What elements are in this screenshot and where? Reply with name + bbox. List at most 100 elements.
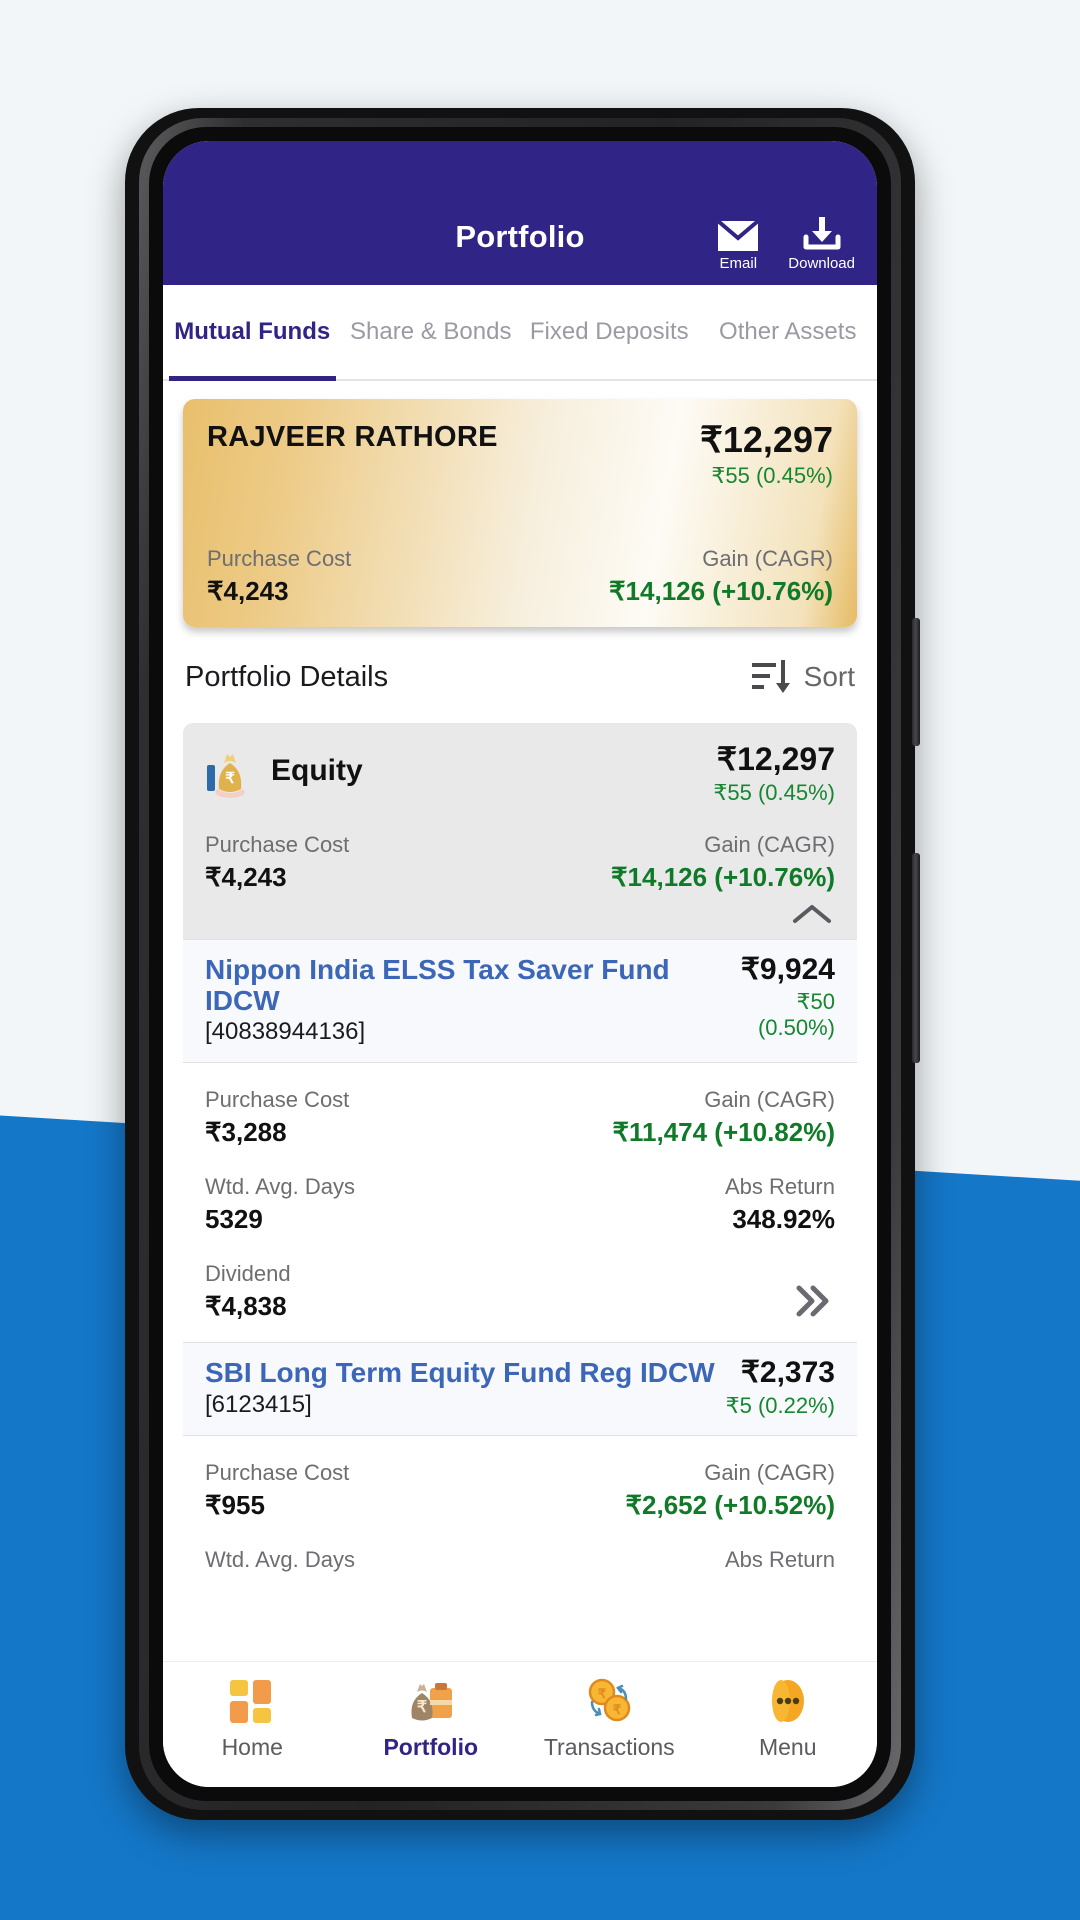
- nav-label-home: Home: [221, 1734, 283, 1760]
- fund-purchase-cost-value: ₹3,288: [205, 1117, 287, 1148]
- fund-day-change: ₹5 (0.22%): [725, 1392, 835, 1418]
- fund-body-nippon: Purchase Cost ₹3,288 Gain (CAGR) ₹11,474…: [183, 1063, 857, 1343]
- equity-gain-block: Gain (CAGR) ₹14,126 (+10.76%): [611, 832, 835, 893]
- fund-purchase-cost-value: ₹955: [205, 1489, 265, 1520]
- fund-abs-return-label: Abs Return: [724, 1546, 835, 1572]
- nav-item-portfolio[interactable]: ₹ Portfolio: [342, 1674, 521, 1787]
- tab-fixed-deposits[interactable]: Fixed Deposits: [520, 285, 699, 379]
- email-icon: [716, 219, 760, 251]
- fund-day-change: ₹50 (0.50%): [757, 988, 835, 1040]
- coins-exchange-icon: ₹ ₹: [589, 1678, 631, 1722]
- table-row: Dividend ₹4,838: [205, 1261, 835, 1322]
- nav-item-menu[interactable]: Menu: [699, 1674, 878, 1787]
- tab-other-assets[interactable]: Other Assets: [699, 285, 878, 379]
- fund-wtd-avg-days-block: Wtd. Avg. Days 5329: [205, 1174, 355, 1235]
- double-chevron-right-icon: [796, 1285, 829, 1317]
- nav-item-home[interactable]: Home: [163, 1674, 342, 1787]
- phone-volume-button[interactable]: [912, 618, 920, 746]
- fund-identity: Nippon India ELSS Tax Saver Fund IDCW [4…: [205, 954, 720, 1047]
- equity-group-value: ₹12,297: [716, 741, 835, 777]
- fund-purchase-cost-block: Purchase Cost ₹955: [205, 1460, 349, 1521]
- email-label: Email: [719, 255, 758, 272]
- summary-gain-block: Gain (CAGR) ₹14,126 (+10.76%): [609, 546, 833, 607]
- fund-values: ₹9,924 ₹50 (0.50%): [720, 953, 835, 1041]
- phone-mockup: Portfolio Email Download Mutual Funds Sh…: [125, 108, 920, 1820]
- summary-current-value: ₹12,297: [699, 419, 833, 460]
- tab-share-and-bonds[interactable]: Share & Bonds: [342, 285, 521, 379]
- nav-label-menu: Menu: [758, 1734, 817, 1760]
- tab-fixed-deposits-label: Fixed Deposits: [529, 317, 689, 345]
- fund-current-value: ₹2,373: [740, 1356, 835, 1390]
- fund-folio: [40838944136]: [205, 1018, 366, 1046]
- summary-gain-value: ₹14,126 (+10.76%): [609, 576, 833, 606]
- svg-text:₹: ₹: [598, 1686, 607, 1701]
- download-label: Download: [788, 255, 855, 272]
- portfolio-scroll-area[interactable]: RAJVEER RATHORE ₹12,297 ₹55 (0.45%) Purc…: [163, 381, 877, 1661]
- svg-text:₹: ₹: [225, 770, 235, 787]
- asset-class-tabs: Mutual Funds Share & Bonds Fixed Deposit…: [163, 285, 877, 381]
- nav-label-transactions: Transactions: [543, 1734, 675, 1760]
- fund-folio: [6123415]: [205, 1390, 312, 1418]
- fund-purchase-cost-label: Purchase Cost: [205, 1087, 350, 1113]
- fund-abs-return-label: Abs Return: [724, 1174, 835, 1200]
- table-row: Purchase Cost ₹3,288 Gain (CAGR) ₹11,474…: [205, 1087, 835, 1148]
- phone-power-button[interactable]: [912, 853, 920, 1063]
- fund-header-nippon[interactable]: Nippon India ELSS Tax Saver Fund IDCW [4…: [183, 938, 857, 1064]
- fund-abs-return-value: 348.92%: [732, 1204, 835, 1235]
- summary-gain-label: Gain (CAGR): [702, 546, 833, 571]
- phone-screen: Portfolio Email Download Mutual Funds Sh…: [163, 141, 877, 1787]
- equity-collapse-button[interactable]: [205, 893, 835, 931]
- fund-abs-return-block: Abs Return: [725, 1547, 835, 1573]
- header-actions: Email Download: [716, 215, 855, 271]
- sort-button[interactable]: Sort: [750, 657, 855, 697]
- table-row: Purchase Cost ₹955 Gain (CAGR) ₹2,652 (+…: [205, 1460, 835, 1521]
- svg-text:₹: ₹: [417, 1699, 427, 1716]
- summary-purchase-cost-value: ₹4,243: [207, 576, 289, 606]
- equity-group-top: ₹ Equity ₹12,297 ₹55 (0.45%): [205, 741, 835, 806]
- phone-bezel: Portfolio Email Download Mutual Funds Sh…: [139, 118, 901, 1810]
- bottom-navigation: Home ₹ Portfolio ₹ ₹ Transactions Menu: [163, 1661, 877, 1787]
- fund-expand-button[interactable]: [789, 1280, 835, 1322]
- sort-label: Sort: [803, 661, 855, 692]
- fund-gain-block: Gain (CAGR) ₹11,474 (+10.82%): [612, 1087, 835, 1148]
- fund-body-sbi: Purchase Cost ₹955 Gain (CAGR) ₹2,652 (+…: [183, 1435, 857, 1593]
- summary-card-bottom: Purchase Cost ₹4,243 Gain (CAGR) ₹14,126…: [207, 546, 833, 607]
- tab-share-and-bonds-label: Share & Bonds: [350, 317, 512, 345]
- fund-wtd-avg-days-value: 5329: [205, 1204, 263, 1235]
- investor-summary-card[interactable]: RAJVEER RATHORE ₹12,297 ₹55 (0.45%) Purc…: [183, 399, 857, 627]
- equity-group-day-change: ₹55 (0.45%): [713, 779, 835, 805]
- fund-abs-return-block: Abs Return 348.92%: [725, 1174, 835, 1235]
- email-button[interactable]: Email: [716, 219, 760, 271]
- grid-tiles-icon: [230, 1680, 272, 1723]
- equity-group-values: ₹12,297 ₹55 (0.45%): [713, 741, 835, 806]
- phone-inner-frame: Portfolio Email Download Mutual Funds Sh…: [149, 127, 891, 1801]
- app-header: Portfolio Email Download: [163, 141, 877, 285]
- equity-group-name: Equity: [271, 754, 363, 787]
- fund-wtd-avg-days-block: Wtd. Avg. Days: [205, 1547, 355, 1573]
- fund-name: SBI Long Term Equity Fund Reg IDCW: [205, 1357, 715, 1389]
- money-bag-icon: ₹: [207, 754, 245, 798]
- equity-group-bottom: Purchase Cost ₹4,243 Gain (CAGR) ₹14,126…: [205, 832, 835, 893]
- investor-name: RAJVEER RATHORE: [207, 421, 498, 453]
- tab-other-assets-label: Other Assets: [719, 317, 857, 345]
- tab-mutual-funds[interactable]: Mutual Funds: [163, 285, 342, 381]
- svg-text:₹: ₹: [613, 1702, 622, 1717]
- fund-header-sbi[interactable]: SBI Long Term Equity Fund Reg IDCW [6123…: [183, 1342, 857, 1436]
- fund-dividend-value: ₹4,838: [205, 1291, 287, 1322]
- summary-purchase-cost-label: Purchase Cost: [207, 546, 352, 571]
- table-row-partial: Wtd. Avg. Days Abs Return: [205, 1547, 835, 1573]
- download-button[interactable]: Download: [788, 215, 855, 271]
- chevron-up-icon: [793, 904, 831, 923]
- more-dots-icon: [771, 1680, 804, 1722]
- fund-gain-block: Gain (CAGR) ₹2,652 (+10.52%): [625, 1460, 835, 1521]
- fund-name: Nippon India ELSS Tax Saver Fund IDCW: [205, 953, 670, 1016]
- fund-dividend-label: Dividend: [205, 1261, 291, 1287]
- fund-wtd-avg-days-label: Wtd. Avg. Days: [205, 1174, 355, 1200]
- fund-values: ₹2,373 ₹5 (0.22%): [725, 1356, 835, 1418]
- equity-gain-value: ₹14,126 (+10.76%): [611, 861, 835, 892]
- equity-purchase-cost-value: ₹4,243: [205, 861, 287, 892]
- fund-gain-value: ₹2,652 (+10.52%): [625, 1489, 835, 1520]
- nav-item-transactions[interactable]: ₹ ₹ Transactions: [520, 1674, 699, 1787]
- fund-wtd-avg-days-label: Wtd. Avg. Days: [205, 1546, 355, 1572]
- equity-group-card[interactable]: ₹ Equity ₹12,297 ₹55 (0.45%) Purchase Co…: [183, 723, 857, 939]
